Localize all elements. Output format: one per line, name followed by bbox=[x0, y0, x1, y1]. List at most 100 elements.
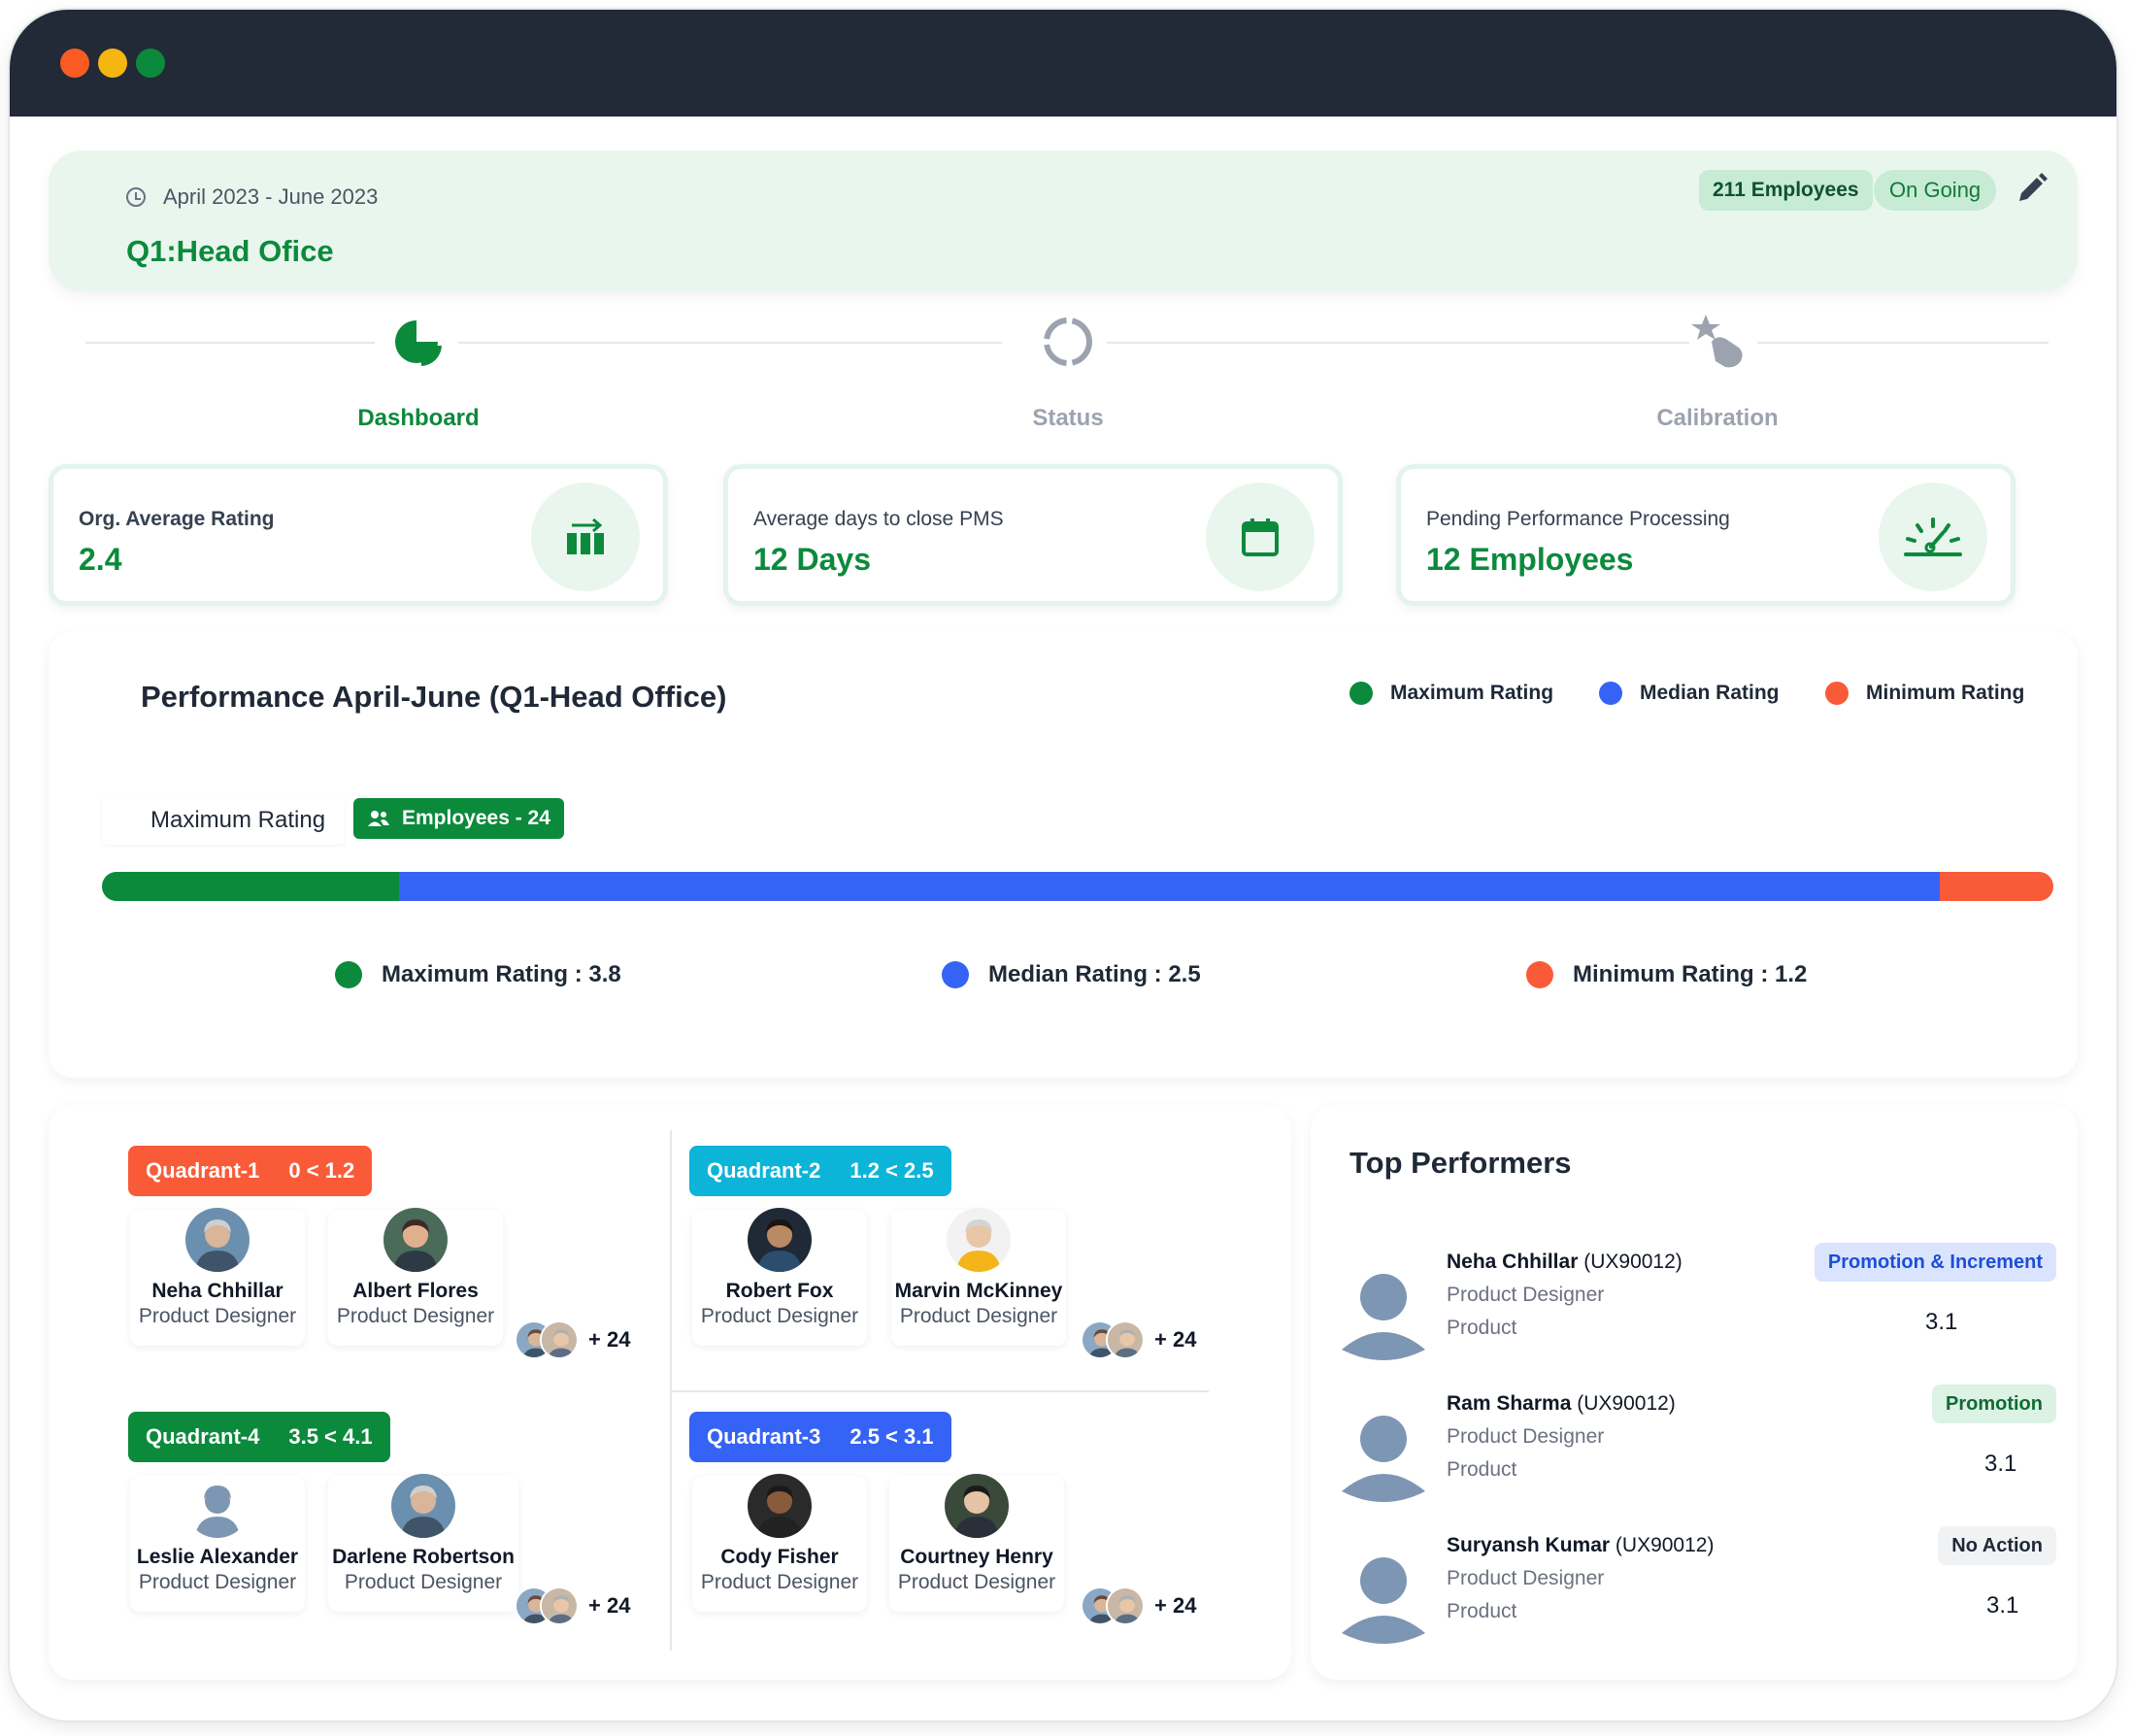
loading-ring-icon bbox=[1044, 317, 1092, 366]
quadrant-name: Quadrant-4 bbox=[146, 1424, 260, 1449]
employee-card[interactable]: Leslie Alexander Product Designer bbox=[130, 1474, 305, 1612]
performer-score: 3.1 bbox=[1984, 1451, 2017, 1477]
quadrant-pill-1[interactable]: Quadrant-1 0 < 1.2 bbox=[128, 1146, 373, 1196]
bar-segment-median bbox=[398, 872, 1941, 901]
legend-label: Median Rating bbox=[1640, 682, 1780, 704]
employee-card[interactable]: Darlene Robertson Product Designer bbox=[328, 1474, 518, 1612]
performer-name: Suryansh Kumar (UX90012) bbox=[1447, 1534, 1714, 1557]
employee-card[interactable]: Neha Chhillar Product Designer bbox=[130, 1208, 305, 1346]
stat-value: 2.4 bbox=[79, 542, 122, 577]
top-performers-card: Top Performers Neha Chhillar (UX90012) Pr… bbox=[1311, 1105, 2078, 1680]
employees-pill[interactable]: Employees - 24 bbox=[353, 798, 564, 839]
edit-pencil-icon[interactable] bbox=[2012, 170, 2050, 209]
stat-label: Average days to close PMS bbox=[753, 508, 1004, 530]
stat-icon-bg bbox=[1879, 483, 1987, 591]
quadrant-pill-2[interactable]: Quadrant-2 1.2 < 2.5 bbox=[689, 1146, 951, 1196]
more-count: + 24 bbox=[1154, 1593, 1197, 1618]
employee-role: Product Designer bbox=[897, 1571, 1056, 1593]
performer-name-text: Suryansh Kumar bbox=[1447, 1534, 1611, 1556]
employee-name: Robert Fox bbox=[725, 1280, 834, 1302]
step-label: Status bbox=[1032, 405, 1104, 431]
action-tag: Promotion bbox=[1932, 1385, 2056, 1423]
stat-card-pending: Pending Performance Processing 12 Employ… bbox=[1396, 464, 2015, 606]
legend-median: Median Rating bbox=[1599, 682, 1780, 705]
top-performer-row[interactable]: Ram Sharma (UX90012) Product Designer Prod… bbox=[1311, 1385, 2078, 1528]
performance-card: Performance April-June (Q1-Head Office) … bbox=[49, 631, 2078, 1078]
more-employees[interactable]: + 24 bbox=[515, 1586, 630, 1625]
more-employees[interactable]: + 24 bbox=[1081, 1320, 1196, 1359]
step-status[interactable]: Status bbox=[971, 301, 1165, 432]
employee-role: Product Designer bbox=[138, 1571, 297, 1593]
bar-segment-minimum bbox=[1940, 872, 2053, 901]
employees-pill-label: Employees - 24 bbox=[402, 807, 550, 829]
more-count: + 24 bbox=[1154, 1327, 1197, 1352]
progress-stepper: Dashboard Status Calibration bbox=[10, 301, 2116, 437]
action-tag: Promotion & Increment bbox=[1814, 1243, 2056, 1282]
performer-code: (UX90012) bbox=[1583, 1251, 1682, 1273]
legend-maximum: Maximum Rating bbox=[1349, 682, 1553, 705]
more-employees[interactable]: + 24 bbox=[515, 1320, 630, 1359]
rating-dot bbox=[335, 961, 362, 988]
quadrant-range: 1.2 < 2.5 bbox=[849, 1158, 934, 1183]
close-window-button[interactable] bbox=[60, 49, 89, 78]
legend-minimum: Minimum Rating bbox=[1825, 682, 2024, 705]
quadrant-pill-4[interactable]: Quadrant-3 2.5 < 3.1 bbox=[689, 1412, 951, 1462]
app-window: April 2023 - June 2023 Q1:Head Ofice 211… bbox=[10, 10, 2116, 1720]
top-performer-row[interactable]: Suryansh Kumar (UX90012) Product Designer… bbox=[1311, 1526, 2078, 1670]
rating-median: Median Rating : 2.5 bbox=[942, 961, 1201, 988]
quadrant-pill-3[interactable]: Quadrant-4 3.5 < 4.1 bbox=[128, 1412, 390, 1462]
avatar bbox=[540, 1586, 579, 1625]
top-performers-title: Top Performers bbox=[1349, 1146, 1572, 1180]
avatar bbox=[383, 1208, 448, 1272]
gauge-icon bbox=[1904, 517, 1962, 556]
minimize-window-button[interactable] bbox=[98, 49, 127, 78]
rating-dot bbox=[942, 961, 969, 988]
more-employees[interactable]: + 24 bbox=[1081, 1586, 1196, 1625]
rating-bars-icon bbox=[567, 517, 604, 554]
employee-card[interactable]: Courtney Henry Product Designer bbox=[889, 1474, 1064, 1612]
employee-card[interactable]: Robert Fox Product Designer bbox=[692, 1208, 867, 1346]
performer-score: 3.1 bbox=[1986, 1592, 2019, 1619]
quadrant-divider bbox=[670, 1390, 1209, 1392]
performer-name: Ram Sharma (UX90012) bbox=[1447, 1392, 1676, 1416]
step-dashboard[interactable]: Dashboard bbox=[321, 301, 516, 432]
employee-name: Albert Flores bbox=[352, 1280, 479, 1302]
more-count: + 24 bbox=[588, 1593, 631, 1618]
quadrant-name: Quadrant-1 bbox=[146, 1158, 260, 1183]
calendar-icon bbox=[1242, 518, 1279, 556]
step-calibration[interactable]: Calibration bbox=[1620, 301, 1815, 432]
employee-role: Product Designer bbox=[138, 1305, 297, 1327]
status-badge: On Going bbox=[1874, 170, 1997, 211]
step-label: Calibration bbox=[1656, 405, 1779, 431]
avatar-placeholder-icon bbox=[1342, 1416, 1425, 1502]
rating-dot bbox=[1526, 961, 1553, 988]
quadrant-range: 2.5 < 3.1 bbox=[849, 1424, 934, 1449]
employee-role: Product Designer bbox=[700, 1571, 859, 1593]
employee-card[interactable]: Cody Fisher Product Designer bbox=[692, 1474, 867, 1612]
performer-name-text: Ram Sharma bbox=[1447, 1392, 1572, 1415]
employee-card[interactable]: Marvin McKinney Product Designer bbox=[891, 1208, 1066, 1346]
avatar bbox=[748, 1208, 812, 1272]
maximize-window-button[interactable] bbox=[136, 49, 165, 78]
date-range: April 2023 - June 2023 bbox=[126, 184, 378, 210]
top-performer-row[interactable]: Neha Chhillar (UX90012) Product Designer P… bbox=[1311, 1243, 2078, 1386]
quadrant-name: Quadrant-2 bbox=[707, 1158, 821, 1183]
stat-card-average-rating: Org. Average Rating 2.4 bbox=[49, 464, 668, 606]
step-connector bbox=[1107, 342, 1689, 344]
avatar bbox=[391, 1474, 455, 1538]
employee-role: Product Designer bbox=[344, 1571, 503, 1593]
avatar bbox=[185, 1474, 250, 1538]
performer-name-text: Neha Chhillar bbox=[1447, 1251, 1579, 1273]
employee-card[interactable]: Albert Flores Product Designer bbox=[328, 1208, 503, 1346]
legend-label: Maximum Rating bbox=[1390, 682, 1554, 704]
bar-segment-maximum bbox=[102, 872, 399, 901]
rating-filter[interactable]: Maximum Rating bbox=[102, 796, 346, 845]
star-hand-icon bbox=[1691, 315, 1743, 368]
performer-code: (UX90012) bbox=[1615, 1534, 1715, 1556]
cycle-header-card: April 2023 - June 2023 Q1:Head Ofice 211… bbox=[49, 150, 2078, 291]
employee-name: Cody Fisher bbox=[720, 1546, 839, 1568]
performer-department: Product bbox=[1447, 1458, 1517, 1481]
employee-role: Product Designer bbox=[700, 1305, 859, 1327]
legend-dot bbox=[1349, 682, 1373, 705]
avatar bbox=[748, 1474, 812, 1538]
